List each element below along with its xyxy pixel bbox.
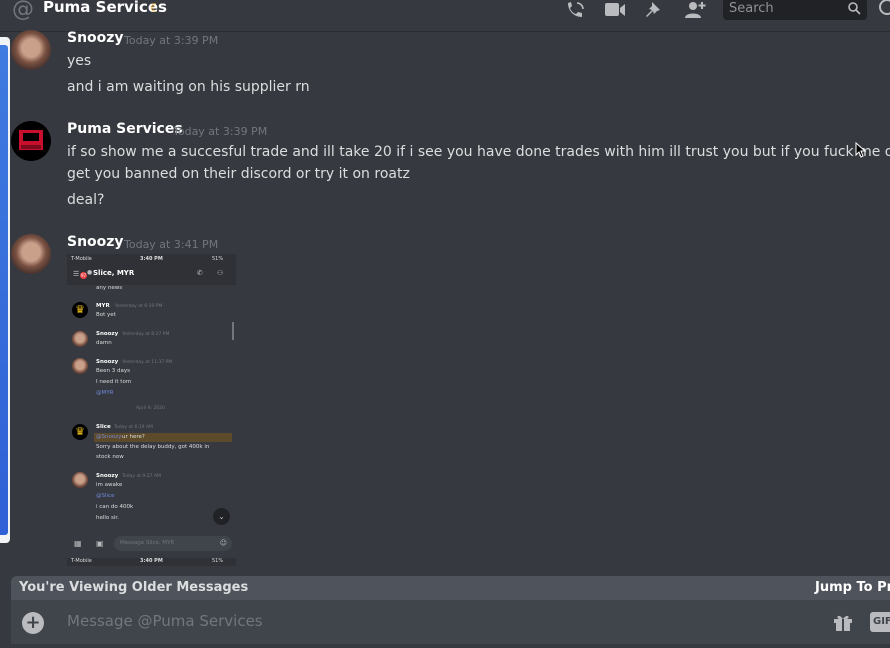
at-sign-icon: @ xyxy=(12,0,34,22)
message-timestamp: Today at 3:39 PM xyxy=(173,125,268,138)
moon-icon: ☾ xyxy=(150,1,161,15)
help-icon[interactable] xyxy=(878,0,890,16)
phone-author: Snoozy xyxy=(96,359,119,365)
phone-timestamp: Today at 9:27 AM xyxy=(122,474,161,479)
scrollbar xyxy=(232,322,234,340)
phone-author: Snoozy xyxy=(96,473,119,479)
message-text: deal? xyxy=(67,192,105,208)
search-placeholder: Search xyxy=(729,1,774,16)
avatar[interactable] xyxy=(11,234,51,274)
phone-mention: @Slice xyxy=(96,493,115,499)
phone-channel-title: Slice, MYR xyxy=(93,269,135,277)
carrier-text: T-Mobile xyxy=(71,256,92,262)
chevron-down-icon: ⌄ xyxy=(213,508,230,525)
phone-timestamp: Yesterday at 6:30 PM xyxy=(115,304,163,309)
battery-text: 51% xyxy=(212,558,224,564)
phone-message-text: ur here? xyxy=(122,434,145,440)
avatar xyxy=(72,472,88,488)
phone-timestamp: Yesterday at 8:27 PM xyxy=(122,332,170,337)
phone-message-text: Sorry about the delay buddy, got 400k in xyxy=(96,444,210,450)
battery-text: 51% xyxy=(212,256,224,262)
phone-message-text: im awake xyxy=(96,482,123,488)
phone-mention: @MYR xyxy=(96,390,114,396)
channel-header: @ Puma Services ☾ Search xyxy=(0,0,890,32)
video-icon[interactable] xyxy=(603,0,627,20)
phone-message-text: I need it tom xyxy=(96,379,132,385)
message-timestamp: Today at 3:39 PM xyxy=(124,34,219,47)
call-icon: ✆ xyxy=(197,269,203,277)
menu-icon: ☰ xyxy=(73,270,80,278)
message-timestamp: Today at 3:41 PM xyxy=(124,238,219,251)
older-messages-bar: You're Viewing Older Messages Jump To Pr… xyxy=(11,576,890,600)
phone-author: Snoozy xyxy=(96,331,119,337)
phone-input-placeholder: Message Slice, MYR xyxy=(120,540,175,546)
phone-timestamp: Yesterday at 11:37 PM xyxy=(122,360,173,365)
date-divider: April 9, 2020 xyxy=(136,406,165,411)
phone-message-text: i can do 400k xyxy=(96,504,134,510)
phone-message-text: stock now xyxy=(96,454,124,460)
pin-icon[interactable] xyxy=(643,0,667,20)
search-input[interactable]: Search xyxy=(723,0,867,20)
gift-icon: ▣ xyxy=(96,539,104,548)
gif-button[interactable]: GIF xyxy=(870,612,890,632)
message-author[interactable]: Snoozy xyxy=(67,234,124,250)
next-phone-screenshot: T-Mobile 3:40 PM 51% xyxy=(67,558,236,566)
add-member-icon[interactable] xyxy=(683,0,707,20)
message-author[interactable]: Snoozy xyxy=(67,30,124,46)
crown-avatar-icon: ♛ xyxy=(72,302,88,318)
image-attachment[interactable]: T-Mobile 3:40 PM 51% ☰ 97 ● Slice, MYR ✆… xyxy=(67,254,236,566)
avatar[interactable] xyxy=(11,121,51,161)
mouse-cursor-icon xyxy=(855,142,867,158)
phone-header: T-Mobile 3:40 PM 51% ☰ 97 ● Slice, MYR ✆… xyxy=(67,254,236,285)
avatar[interactable] xyxy=(11,30,51,70)
phone-message-text: any news xyxy=(96,285,123,291)
search-icon xyxy=(848,2,861,15)
phone-message-text: Been 3 days xyxy=(96,368,131,374)
crown-avatar-icon: ♛ xyxy=(72,424,88,440)
phone-message-text: hello sir. xyxy=(96,515,119,521)
jump-to-present-button[interactable]: Jump To Present xyxy=(815,580,890,595)
channel-title: Puma Services xyxy=(43,0,167,16)
phone-author: Slice xyxy=(96,424,111,430)
avatar xyxy=(72,331,88,347)
avatar xyxy=(72,358,88,374)
highlighted-reply: @Snoozy ur here? xyxy=(94,433,232,442)
clock-text: 3:40 PM xyxy=(140,558,163,564)
phone-timestamp: Today at 6:19 AM xyxy=(114,425,153,430)
message-author[interactable]: Puma Services xyxy=(67,121,183,137)
add-attachment-button[interactable]: + xyxy=(22,612,44,634)
phone-author: MYR xyxy=(96,303,110,309)
message-text: get you banned on their discord or try i… xyxy=(67,166,410,182)
gift-icon[interactable] xyxy=(832,611,854,633)
unread-badge: 97 xyxy=(80,272,87,279)
phone-message-text: Bot yet xyxy=(96,312,116,318)
older-messages-text: You're Viewing Older Messages xyxy=(19,580,249,595)
puma-logo-icon xyxy=(11,121,51,161)
clock-text: 3:40 PM xyxy=(140,256,163,262)
emoji-icon: ☺ xyxy=(219,539,227,547)
phone-message-text: damn xyxy=(96,340,112,346)
phone-message-input: Message Slice, MYR ☺ xyxy=(114,536,232,551)
call-icon[interactable] xyxy=(563,0,587,20)
message-text: if so show me a succesful trade and ill … xyxy=(67,144,890,160)
side-panel-accent xyxy=(0,45,8,535)
carrier-text: T-Mobile xyxy=(71,558,92,564)
message-text: yes xyxy=(67,53,92,69)
members-icon: ⚇ xyxy=(217,269,224,277)
phone-mention: @Snoozy xyxy=(96,434,122,440)
upload-icon: ▦ xyxy=(74,539,82,548)
message-text: and i am waiting on his supplier rn xyxy=(67,79,310,95)
group-icon: ● xyxy=(87,269,93,276)
message-input[interactable]: Message @Puma Services xyxy=(67,612,263,630)
